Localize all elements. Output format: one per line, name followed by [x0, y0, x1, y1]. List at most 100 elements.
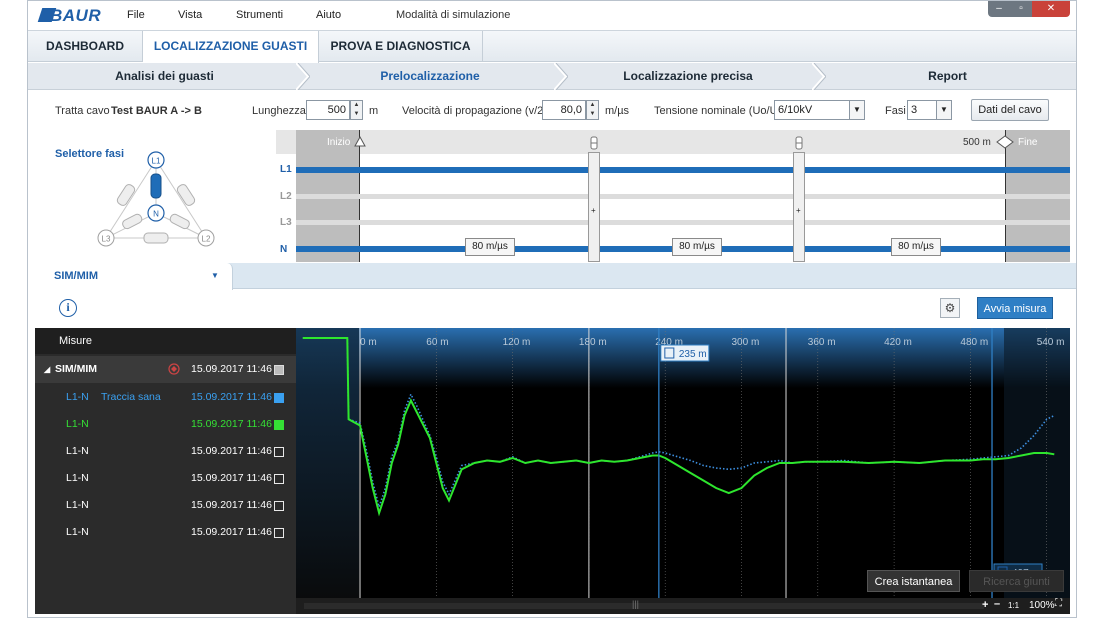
cable-data-button[interactable]: Dati del cavo	[971, 99, 1049, 121]
measure-checkbox[interactable]	[274, 393, 284, 403]
measure-date: 15.09.2017 11:46	[191, 499, 272, 511]
measure-row[interactable]: L1-N 15.09.2017 11:46	[35, 465, 296, 492]
measure-checkbox[interactable]	[274, 474, 284, 484]
schematic-header	[276, 130, 1070, 154]
menu-vista[interactable]: Vista	[178, 9, 202, 21]
cursor-1-label: 235 m	[679, 349, 707, 360]
phase-selector-diagram[interactable]: L1 N L3 L2	[86, 146, 226, 256]
velocita-input[interactable]: 80,0	[542, 100, 586, 120]
segment-1-speed[interactable]: 80 m/µs	[465, 238, 515, 256]
conductor-l2[interactable]	[296, 194, 1070, 199]
measurement-type-icon	[168, 363, 180, 375]
joint-1[interactable]: +	[588, 152, 600, 262]
measure-row[interactable]: L1-N Traccia sana 15.09.2017 11:46	[35, 384, 296, 411]
measure-checkbox[interactable]	[274, 420, 284, 430]
x-tick-label: 360 m	[808, 337, 836, 348]
spin-down-icon[interactable]: ▼	[587, 110, 598, 119]
maximize-button[interactable]: ▫	[1010, 1, 1032, 17]
minimize-button[interactable]: –	[988, 1, 1010, 17]
tab-localizzazione-guasti[interactable]: LOCALIZZAZIONE GUASTI	[143, 31, 319, 63]
segment-2-speed[interactable]: 80 m/µs	[672, 238, 722, 256]
dropdown-arrow-icon: ▼	[936, 101, 951, 119]
segment-3-speed[interactable]: 80 m/µs	[891, 238, 941, 256]
end-marker-icon[interactable]	[995, 135, 1015, 149]
conductor-l1[interactable]	[296, 167, 1070, 173]
lunghezza-spinner[interactable]: ▲ ▼	[350, 100, 363, 120]
group-checkbox[interactable]	[274, 365, 284, 375]
velocita-label: Velocità di propagazione (v/2)	[402, 105, 547, 117]
measure-row[interactable]: L1-N 15.09.2017 11:46	[35, 438, 296, 465]
zoom-reset-button[interactable]: 1:1	[1008, 601, 1019, 610]
tab-prova-e-diagnostica[interactable]: PROVA E DIAGNOSTICA	[319, 31, 483, 62]
tab-dashboard[interactable]: DASHBOARD	[28, 31, 143, 62]
velocita-spinner[interactable]: ▲ ▼	[586, 100, 599, 120]
zoom-level: 100%	[1029, 600, 1055, 611]
tensione-value: 6/10kV	[778, 104, 813, 116]
x-tick-label: 120 m	[503, 337, 531, 348]
measure-checkbox[interactable]	[274, 501, 284, 511]
measure-date: 15.09.2017 11:46	[191, 418, 272, 430]
measures-panel: Misure ◢ SIM/MIM 15.09.2017 11:46 L1-N Tr…	[35, 328, 296, 614]
start-measurement-button[interactable]: Avvia misura	[977, 297, 1053, 319]
measure-row[interactable]: L1-N 15.09.2017 11:46	[35, 411, 296, 438]
cable-schematic[interactable]: Inizio 500 m Fine L1 L2 L3 N + + 80 m/µs…	[276, 130, 1070, 262]
step-report[interactable]: Report	[817, 63, 1076, 90]
joint-1-pin-icon	[590, 136, 598, 150]
node-l3[interactable]: L3	[97, 229, 115, 247]
reflectogram-plot[interactable]: 0 m 60 m 120 m 180 m 240 m 300 m 360 m 420 m 480…	[296, 328, 1070, 614]
x-tick-label: 480 m	[960, 337, 988, 348]
info-icon[interactable]: i	[59, 299, 77, 317]
collapse-triangle-icon[interactable]: ◢	[44, 356, 50, 383]
measure-row[interactable]: L1-N 15.09.2017 11:46	[35, 519, 296, 546]
x-tick-label: 60 m	[426, 337, 448, 348]
measure-group-sim-mim[interactable]: ◢ SIM/MIM 15.09.2017 11:46	[35, 356, 296, 383]
measure-phase: L1-N	[66, 445, 89, 457]
menu-aiuto[interactable]: Aiuto	[316, 9, 341, 21]
measure-row[interactable]: L1-N 15.09.2017 11:46	[35, 492, 296, 519]
tensione-label: Tensione nominale (Uo/U)	[654, 105, 782, 117]
start-marker-icon[interactable]	[354, 136, 366, 148]
node-n[interactable]: N	[147, 204, 165, 222]
step-analisi-guasti[interactable]: Analisi dei guasti	[28, 63, 301, 90]
joint-2[interactable]: +	[793, 152, 805, 262]
tratta-value: Test BAUR A -> B	[111, 105, 202, 117]
scroll-grip-icon[interactable]: |||	[632, 599, 639, 609]
zoom-in-button[interactable]: +	[982, 599, 988, 611]
chevron-down-icon[interactable]: ▼	[211, 271, 219, 280]
spin-up-icon[interactable]: ▲	[351, 101, 362, 110]
node-l2[interactable]: L2	[197, 229, 215, 247]
search-joints-button[interactable]: Ricerca giunti	[969, 570, 1064, 592]
end-length-label: 500 m	[963, 137, 991, 148]
measure-checkbox[interactable]	[274, 528, 284, 538]
node-l1[interactable]: L1	[147, 151, 165, 169]
cable-parameters: Tratta cavo Test BAUR A -> B Lunghezza 5…	[28, 91, 1076, 129]
group-date: 15.09.2017 11:46	[191, 363, 272, 375]
settings-gear-button[interactable]: ⚙	[940, 298, 960, 318]
menu-strumenti[interactable]: Strumenti	[236, 9, 283, 21]
create-snapshot-button[interactable]: Crea istantanea	[867, 570, 960, 592]
close-button[interactable]: ✕	[1032, 1, 1070, 17]
fit-view-icon[interactable]: ⛶	[1055, 598, 1062, 609]
start-label: Inizio	[327, 137, 351, 148]
tab-sim-mim[interactable]: SIM/MIM ▼	[28, 263, 233, 290]
fasi-select[interactable]: 3 ▼	[907, 100, 952, 120]
conductor-l3[interactable]	[296, 220, 1070, 225]
menu-file[interactable]: File	[127, 9, 145, 21]
fasi-value: 3	[911, 104, 918, 116]
joint-2-pin-icon	[795, 136, 803, 150]
tensione-select[interactable]: 6/10kV ▼	[774, 100, 865, 120]
node-l1-label: L1	[152, 157, 161, 166]
baur-logo: BAUR	[37, 6, 110, 25]
measure-date: 15.09.2017 11:46	[191, 445, 272, 457]
line-label-l3: L3	[280, 217, 292, 228]
step-localizzazione-precisa[interactable]: Localizzazione precisa	[559, 63, 817, 90]
measure-checkbox[interactable]	[274, 447, 284, 457]
spin-down-icon[interactable]: ▼	[351, 110, 362, 119]
step-prelocalizzazione[interactable]: Prelocalizzazione	[301, 63, 559, 90]
lunghezza-input[interactable]: 500	[306, 100, 350, 120]
x-tick-label: 300 m	[732, 337, 760, 348]
zoom-out-button[interactable]: –	[994, 598, 1000, 610]
spin-up-icon[interactable]: ▲	[587, 101, 598, 110]
horizontal-scrollbar[interactable]	[304, 603, 984, 609]
title-bar: BAUR File Vista Strumenti Aiuto Modalità…	[28, 1, 1076, 30]
